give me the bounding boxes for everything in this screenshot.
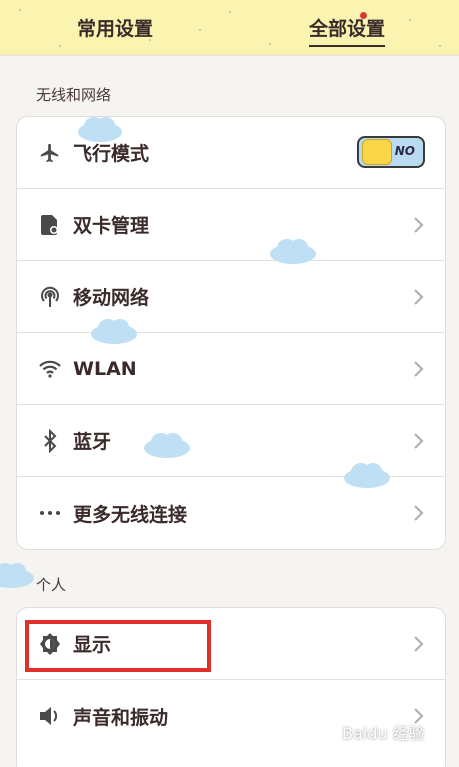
settings-row-label: 双卡管理 [73,215,150,237]
settings-row-label: 更多无线连接 [73,503,188,526]
mobile-network-icon [37,284,63,310]
cloud-decoration [0,563,34,588]
chevron-right-icon [414,635,424,652]
settings-row-label: 蓝牙 [73,431,112,453]
active-tab-underline [309,45,386,47]
speaker-icon [37,703,63,729]
settings-row-label: 声音和振动 [73,706,169,729]
settings-row-mobile-network[interactable]: 移动网络 [17,261,445,333]
chevron-right-icon [414,505,424,521]
tab-common-settings[interactable]: 常用设置 [77,14,153,41]
sim-card-icon [37,212,63,238]
wifi-icon [37,356,63,382]
airplane-icon [37,140,63,166]
tab-all-label: 全部设置 [309,18,386,40]
settings-row-dual-sim[interactable]: 双卡管理 [17,189,445,261]
baidu-watermark: Baidu 经验 [342,724,425,743]
cloud-decoration [270,239,316,264]
settings-row-wlan[interactable]: WLAN [17,333,445,405]
more-dots-icon [37,500,63,526]
chevron-right-icon [414,432,424,449]
chevron-right-icon [414,288,424,305]
settings-row-label: 移动网络 [73,287,150,309]
cloud-decoration [78,117,122,142]
bluetooth-icon [37,428,63,454]
highlight-box [25,620,211,672]
cloud-decoration [344,463,390,488]
toggle-knob [362,139,392,165]
chevron-right-icon [414,216,424,233]
notification-dot [360,12,368,19]
settings-row-label: WLAN [73,357,137,380]
cloud-decoration [144,433,190,458]
tab-bar-pattern [19,9,441,47]
toggle-state-text: NO [394,144,415,158]
airplane-mode-toggle[interactable]: NO [357,136,425,168]
tab-all-settings[interactable]: 全部设置 [309,12,386,47]
tab-bar: 常用设置 全部设置 [0,0,459,56]
section-header-personal: 个人 [36,576,67,594]
section-header-wireless: 无线和网络 [36,86,112,104]
cloud-decoration [91,319,137,344]
tab-common-label: 常用设置 [77,18,154,40]
chevron-right-icon [414,360,424,377]
